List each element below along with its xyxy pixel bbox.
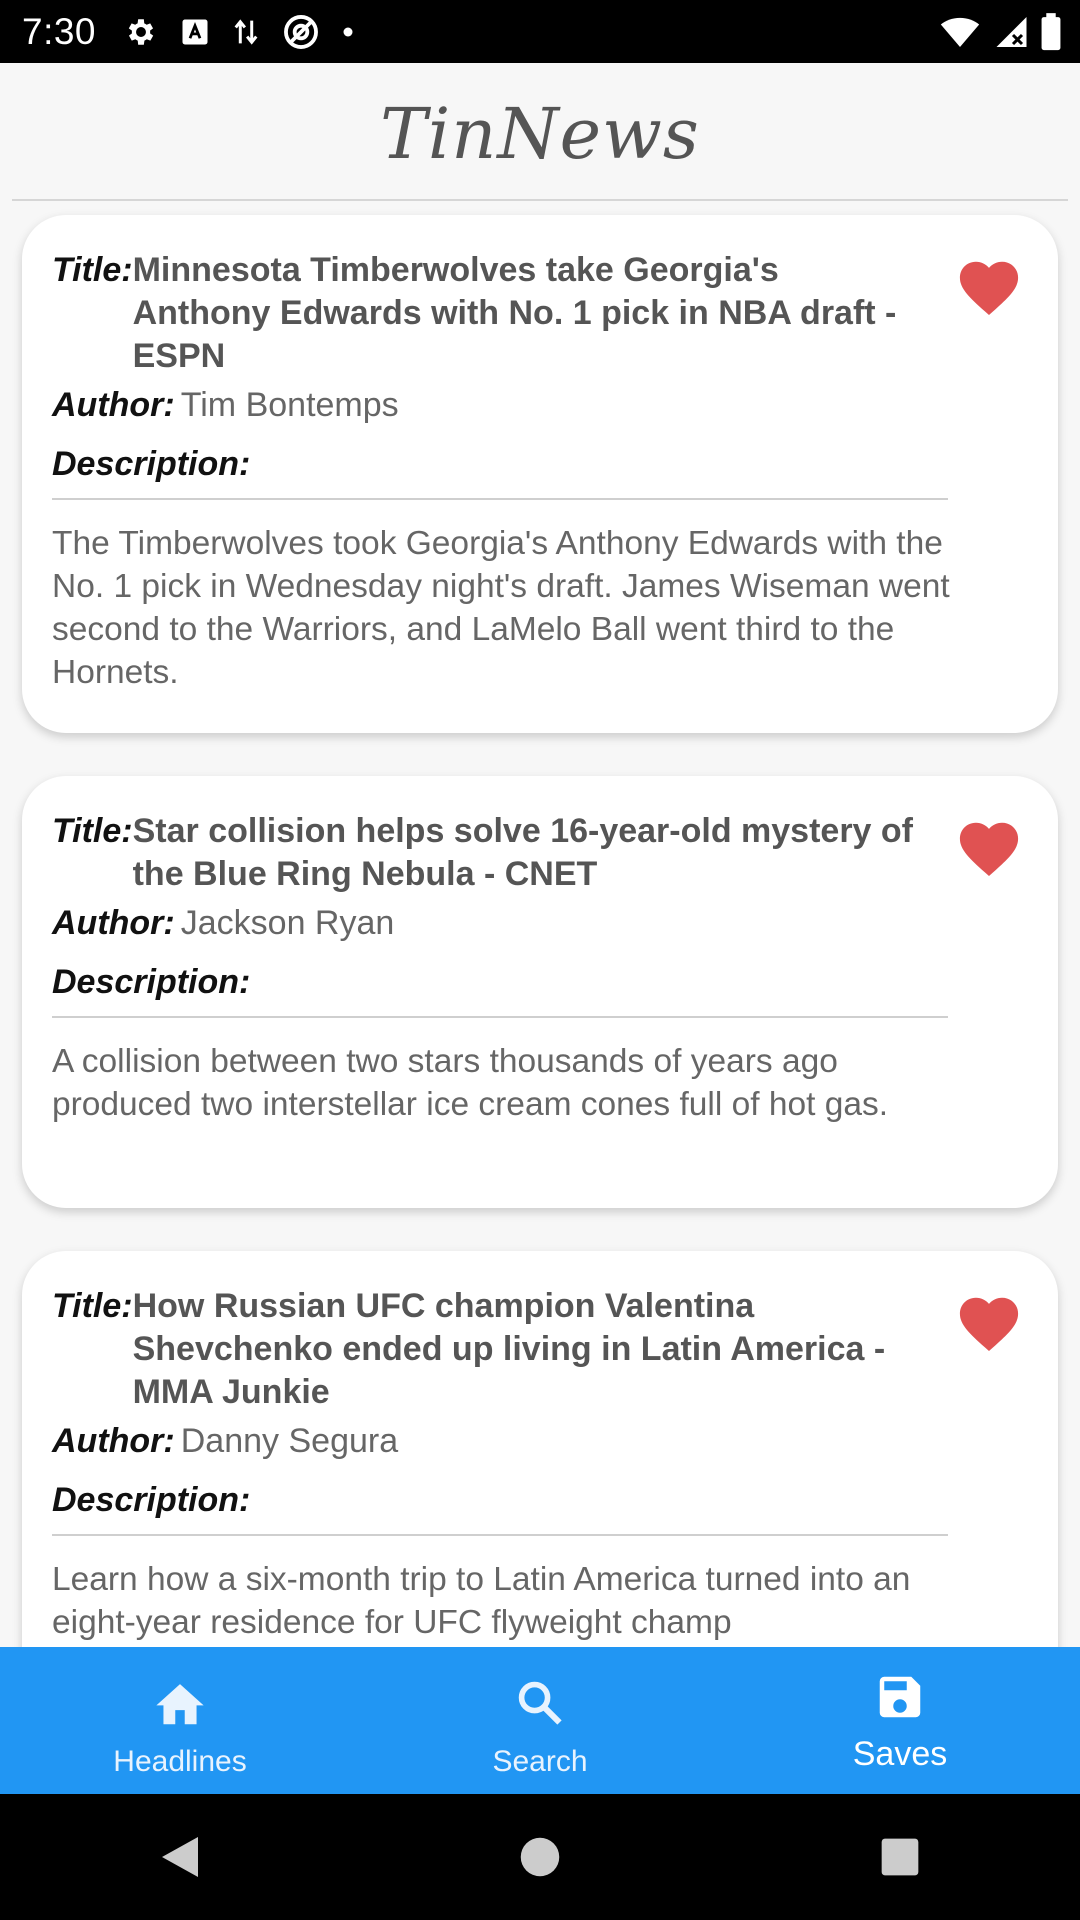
article-title: Minnesota Timberwolves take Georgia's An… [132, 251, 897, 375]
title-row: Title: Minnesota Timberwolves take Georg… [52, 249, 970, 378]
description-divider [52, 1016, 948, 1018]
article-title: How Russian UFC champion Valentina Shevc… [132, 1287, 886, 1411]
article-author: Jackson Ryan [180, 904, 395, 942]
description-label: Description: [52, 1481, 251, 1519]
signal-icon [992, 15, 1028, 49]
at-icon [282, 13, 320, 51]
card-body: Title: Minnesota Timberwolves take Georg… [52, 249, 970, 694]
home-icon [151, 1675, 209, 1731]
nav-item-headlines[interactable]: Headlines [0, 1647, 360, 1794]
back-icon[interactable] [110, 1807, 250, 1907]
article-description: A collision between two stars thousands … [52, 1043, 889, 1123]
nav-item-search[interactable]: Search [360, 1647, 720, 1794]
article-title: Star collision helps solve 16-year-old m… [132, 812, 913, 893]
article-description: The Timberwolves took Georgia's Anthony … [52, 525, 950, 691]
favorite-heart-icon[interactable] [954, 1289, 1024, 1353]
author-row: Author: Danny Segura [52, 1422, 970, 1461]
battery-icon [1040, 12, 1062, 51]
save-icon [873, 1669, 927, 1725]
title-label: Title: [52, 1287, 133, 1325]
title-row: Title: Star collision helps solve 16-yea… [52, 810, 970, 896]
description-label: Description: [52, 963, 251, 1001]
nav-label-search: Search [492, 1745, 588, 1778]
news-card[interactable]: Title: Minnesota Timberwolves take Georg… [22, 215, 1058, 733]
app-bar: TinNews [0, 63, 1080, 199]
news-list[interactable]: Title: Minnesota Timberwolves take Georg… [0, 201, 1080, 1647]
search-icon [514, 1675, 566, 1731]
status-icons-right [940, 0, 1062, 63]
article-description: Learn how a six-month trip to Latin Amer… [52, 1561, 911, 1641]
status-bar: 7:30 [0, 0, 1080, 63]
wifi-icon [940, 15, 980, 49]
nav-item-saves[interactable]: Saves [720, 1647, 1080, 1794]
app-title: TinNews [380, 93, 700, 175]
dot-icon [342, 26, 354, 38]
data-arrows-icon [232, 16, 260, 48]
home-circle-icon[interactable] [470, 1807, 610, 1907]
status-time: 7:30 [22, 10, 97, 52]
card-body: Title: Star collision helps solve 16-yea… [52, 810, 970, 1126]
card-body: Title: How Russian UFC champion Valentin… [52, 1285, 970, 1644]
description-divider [52, 1534, 948, 1536]
gear-icon [124, 15, 158, 49]
system-navigation-bar [0, 1794, 1080, 1920]
author-label: Author: [52, 904, 175, 942]
favorite-heart-icon[interactable] [954, 814, 1024, 878]
author-label: Author: [52, 1422, 175, 1460]
title-row: Title: How Russian UFC champion Valentin… [52, 1285, 970, 1414]
favorite-heart-icon[interactable] [954, 253, 1024, 317]
article-author: Danny Segura [180, 1422, 399, 1460]
status-icons-left [124, 13, 354, 51]
title-label: Title: [52, 812, 133, 850]
author-row: Author: Jackson Ryan [52, 904, 970, 943]
bottom-navigation: Headlines Search Saves [0, 1647, 1080, 1794]
text-a-icon [180, 17, 210, 47]
author-row: Author: Tim Bontemps [52, 386, 970, 425]
news-card[interactable]: Title: Star collision helps solve 16-yea… [22, 776, 1058, 1208]
nav-label-headlines: Headlines [113, 1745, 247, 1778]
author-label: Author: [52, 386, 175, 424]
nav-label-saves: Saves [852, 1735, 948, 1773]
news-card[interactable]: Title: How Russian UFC champion Valentin… [22, 1251, 1058, 1647]
title-label: Title: [52, 251, 133, 289]
description-label: Description: [52, 445, 251, 483]
description-divider [52, 498, 948, 500]
recents-square-icon[interactable] [830, 1807, 970, 1907]
article-author: Tim Bontemps [180, 386, 399, 424]
